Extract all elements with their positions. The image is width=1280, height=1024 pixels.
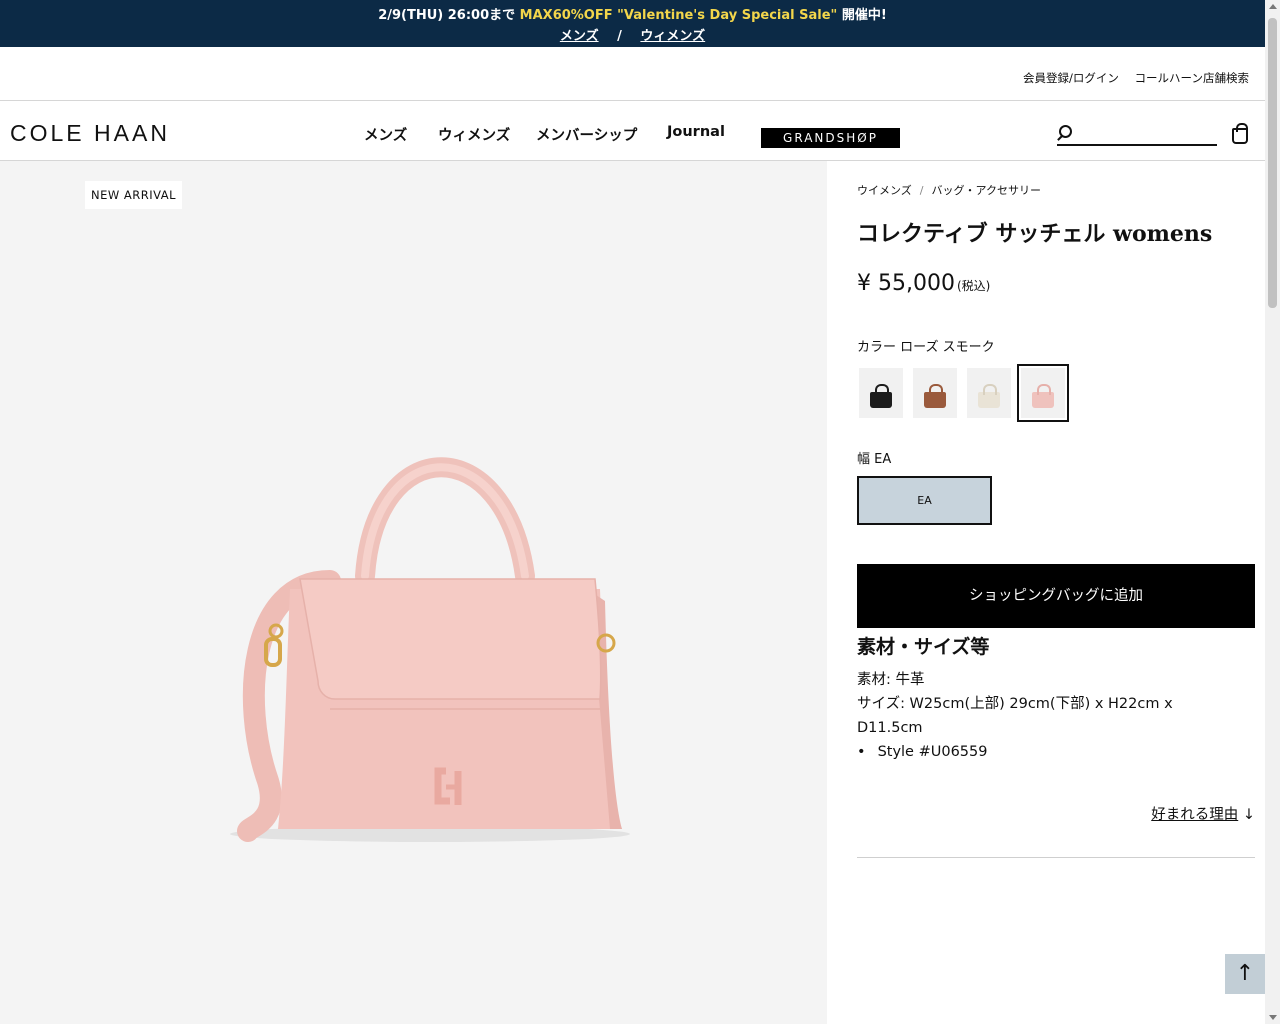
- breadcrumb-separator: /: [919, 184, 924, 197]
- promo-links: メンズ / ウィメンズ: [0, 25, 1265, 44]
- material-text: 素材: 牛革: [857, 672, 925, 688]
- scrollbar-thumb[interactable]: [1268, 18, 1277, 308]
- product-price-block: ¥ 55,000 (税込): [857, 271, 990, 296]
- scroll-up-icon[interactable]: [1269, 4, 1277, 9]
- nav-item-journal[interactable]: Journal: [667, 124, 725, 140]
- width-label: 幅 EA: [857, 452, 892, 467]
- promo-prefix: 2/9(THU) 26:00まで: [378, 8, 516, 23]
- bag-flap: [299, 578, 602, 700]
- swatch-bag-icon: [870, 384, 892, 408]
- swatch-bag-icon: [1032, 384, 1054, 408]
- nav-item-grandshop[interactable]: GRANDSHØP: [761, 128, 900, 148]
- why-loved-link[interactable]: 好まれる理由 ↓: [1151, 803, 1255, 824]
- shopping-bag-icon[interactable]: [1232, 123, 1248, 144]
- nav-item-membership[interactable]: メンバーシップ: [536, 124, 637, 145]
- arrow-down-icon: ↓: [1242, 807, 1255, 823]
- promo-link-womens[interactable]: ウィメンズ: [640, 29, 705, 44]
- style-number: Style #U06559: [857, 744, 988, 760]
- swatch-bag-icon: [978, 384, 1000, 408]
- size-text: サイズ: W25cm(上部) 29cm(下部) x H22cm x D11.5c…: [857, 696, 1173, 736]
- color-swatch-black[interactable]: [859, 368, 903, 418]
- utility-links: 会員登録/ログイン コールハーン店舗検索: [1011, 70, 1249, 86]
- section-divider: [857, 857, 1255, 858]
- color-swatch-ivory[interactable]: [967, 368, 1011, 418]
- promo-highlight: MAX60%OFF "Valentine's Day Special Sale": [519, 8, 838, 23]
- product-title: コレクティブ サッチェル womens: [857, 221, 1213, 247]
- style-number-text: Style #U06559: [877, 744, 988, 760]
- utility-bar: 会員登録/ログイン コールハーン店舗検索: [0, 47, 1265, 101]
- scroll-down-icon[interactable]: [1269, 1015, 1277, 1020]
- arrow-up-icon: ↑: [1235, 961, 1255, 986]
- why-loved-label: 好まれる理由: [1151, 807, 1239, 823]
- promo-text: 2/9(THU) 26:00まで MAX60%OFF "Valentine's …: [0, 4, 1265, 23]
- page-scrollbar[interactable]: [1265, 0, 1280, 1024]
- register-login-link[interactable]: 会員登録/ログイン: [1023, 71, 1119, 85]
- product-price: ¥ 55,000: [857, 271, 955, 296]
- search-input[interactable]: [1079, 123, 1209, 143]
- search-icon[interactable]: [1059, 125, 1072, 138]
- breadcrumb-item-womens[interactable]: ウイメンズ: [857, 184, 912, 197]
- breadcrumb-item-bags[interactable]: バッグ・アクセサリー: [932, 184, 1041, 197]
- back-to-top-button[interactable]: ↑: [1225, 954, 1265, 994]
- nav-item-mens[interactable]: メンズ: [364, 124, 407, 145]
- store-search-link[interactable]: コールハーン店舗検索: [1135, 71, 1249, 85]
- swatch-bag-icon: [924, 384, 946, 408]
- product-details: 素材: 牛革 サイズ: W25cm(上部) 29cm(下部) x H22cm x…: [857, 668, 1217, 740]
- promo-link-separator: /: [617, 29, 622, 44]
- promo-banner: 2/9(THU) 26:00まで MAX60%OFF "Valentine's …: [0, 0, 1265, 47]
- product-image[interactable]: [0, 161, 827, 1024]
- color-swatch-rose-smoke[interactable]: [1017, 364, 1069, 422]
- details-heading: 素材・サイズ等: [857, 636, 990, 658]
- search-box[interactable]: [1057, 120, 1217, 146]
- width-option-ea[interactable]: EA: [857, 476, 992, 525]
- color-swatch-brown[interactable]: [913, 368, 957, 418]
- tax-note: (税込): [956, 279, 991, 293]
- color-label: カラー ローズ スモーク: [857, 340, 995, 355]
- add-to-bag-button[interactable]: ショッピングバッグに追加: [857, 564, 1255, 628]
- brand-logo[interactable]: COLE HAAN: [10, 120, 170, 147]
- bag-handle: [355, 457, 535, 586]
- promo-suffix: 開催中!: [841, 8, 887, 23]
- breadcrumb: ウイメンズ / バッグ・アクセサリー: [857, 182, 1041, 198]
- promo-link-mens[interactable]: メンズ: [560, 29, 599, 44]
- nav-item-womens[interactable]: ウィメンズ: [438, 124, 510, 145]
- product-gallery: NEW ARRIVAL: [0, 161, 827, 1024]
